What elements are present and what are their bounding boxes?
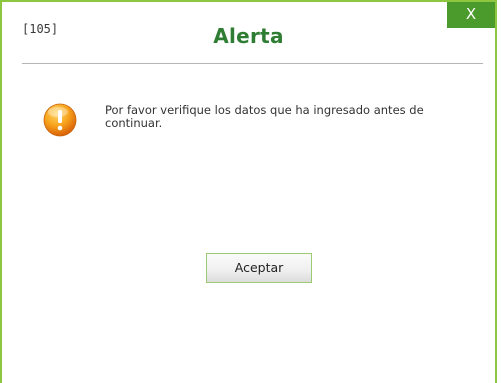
accept-button[interactable]: Aceptar xyxy=(206,253,312,283)
alert-dialog: [105] Alerta X Por favor verifique los d… xyxy=(0,0,497,383)
warning-icon xyxy=(43,103,77,137)
title-divider xyxy=(22,63,483,64)
dialog-title: Alerta xyxy=(213,24,284,48)
alert-message: Por favor verifique los datos que ha ing… xyxy=(105,103,424,130)
close-button[interactable]: X xyxy=(447,2,495,28)
